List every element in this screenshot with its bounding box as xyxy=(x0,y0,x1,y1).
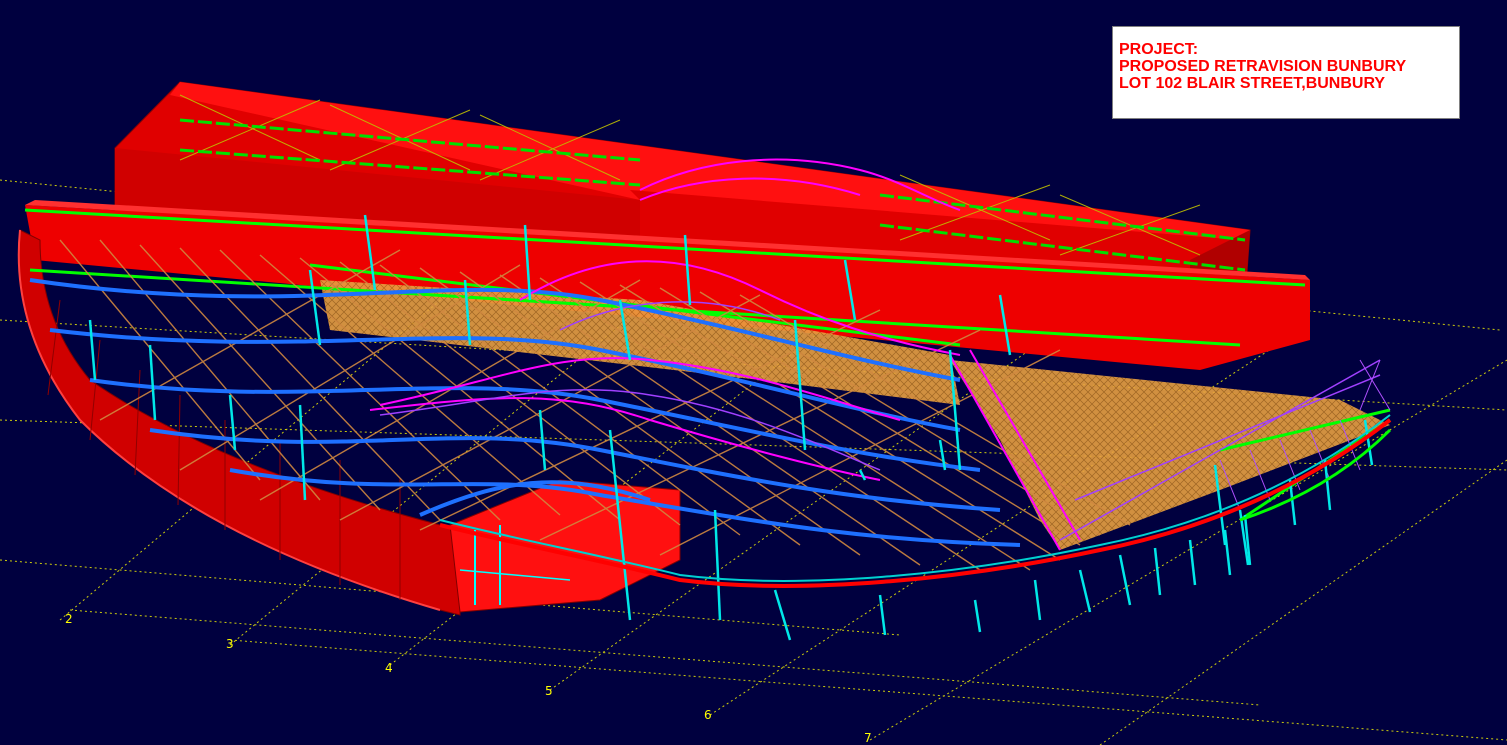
project-address: LOT 102 BLAIR STREET,BUNBURY xyxy=(1119,75,1386,92)
grid-label-2: 2 xyxy=(65,612,73,626)
project-name: PROPOSED RETRAVISION BUNBURY xyxy=(1119,58,1407,75)
grid-label-5: 5 xyxy=(545,684,553,698)
grid-label-4: 4 xyxy=(385,661,393,675)
grid-label-6: 6 xyxy=(704,708,712,722)
grid-label-3: 3 xyxy=(226,637,234,651)
3d-model-viewport[interactable]: PROJECT: PROPOSED RETRAVISION BUNBURY LO… xyxy=(0,0,1507,745)
project-info-box: PROJECT: PROPOSED RETRAVISION BUNBURY LO… xyxy=(1112,26,1460,119)
project-label: PROJECT: xyxy=(1119,41,1199,58)
grid-label-7: 7 xyxy=(864,731,872,745)
